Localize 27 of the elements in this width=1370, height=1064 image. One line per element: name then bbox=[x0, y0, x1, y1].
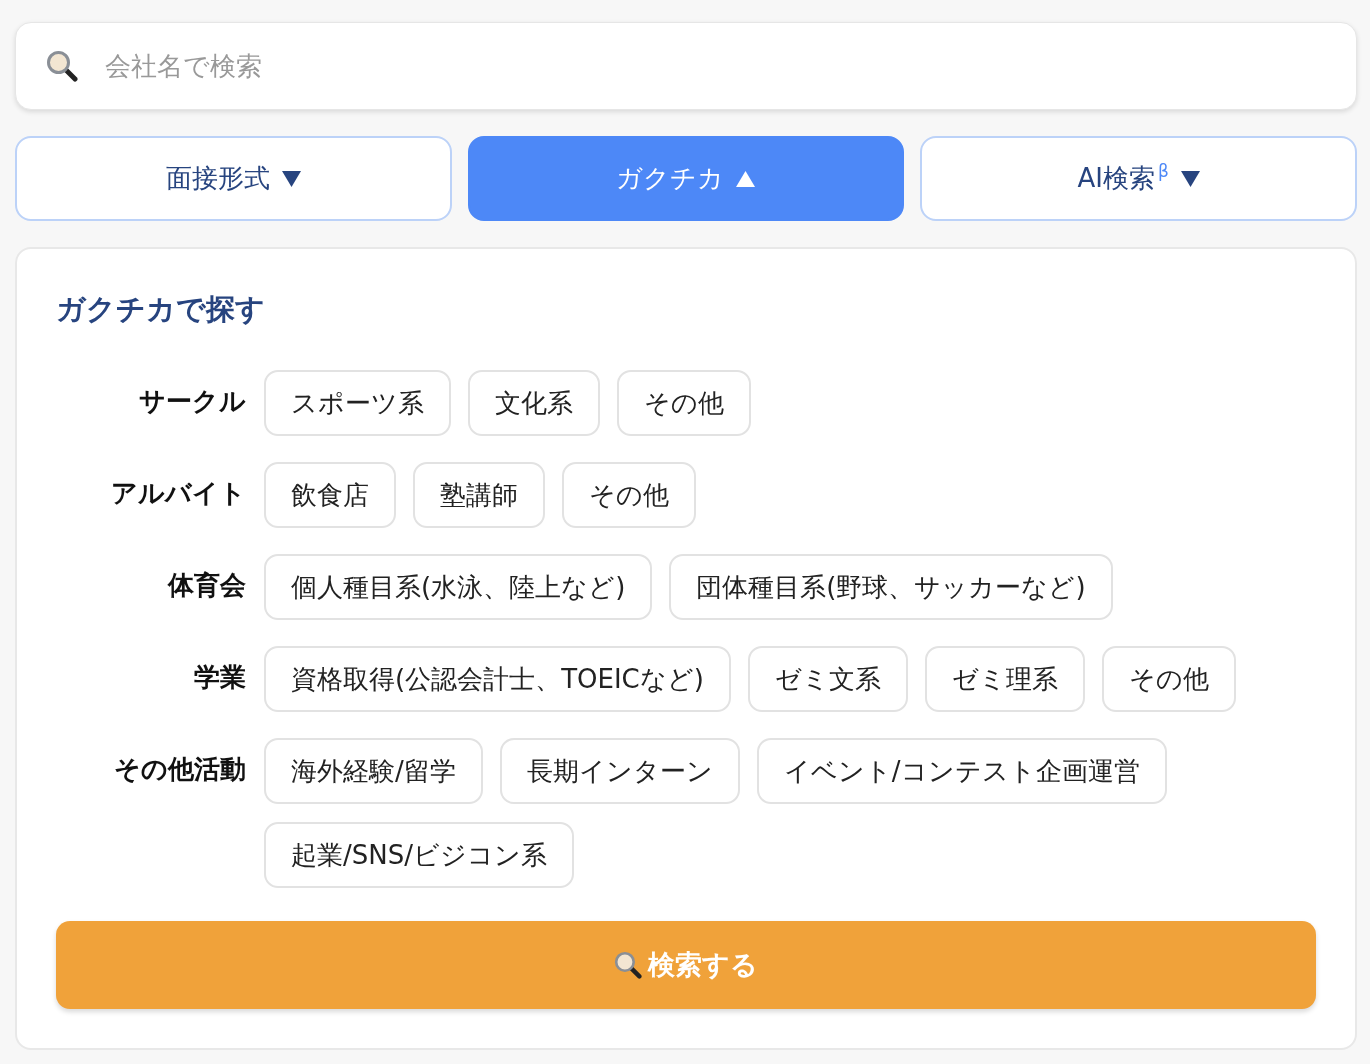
option-chip[interactable]: 塾講師 bbox=[413, 462, 545, 528]
option-chip[interactable]: 長期インターン bbox=[499, 738, 740, 804]
option-chip[interactable]: その他 bbox=[617, 370, 751, 436]
category-label: サークル bbox=[139, 385, 246, 418]
filter-tab[interactable]: AI検索$^{β}$ bbox=[920, 136, 1357, 221]
search-icon bbox=[614, 951, 642, 979]
option-chip[interactable]: 資格取得(公認会計士、TOEICなど) bbox=[264, 646, 731, 712]
option-chip[interactable]: その他 bbox=[562, 462, 696, 528]
category-label: アルバイト bbox=[111, 477, 246, 510]
search-icon bbox=[46, 50, 78, 82]
category-label: 体育会 bbox=[168, 569, 246, 602]
option-chip[interactable]: ゼミ理系 bbox=[924, 646, 1085, 712]
option-chip[interactable]: 文化系 bbox=[468, 370, 600, 436]
option-chip[interactable]: スポーツ系 bbox=[264, 370, 451, 436]
option-chip[interactable]: 飲食店 bbox=[264, 462, 396, 528]
search-field[interactable]: 会社名で検索 bbox=[15, 22, 1357, 110]
option-chip[interactable]: 団体種目系(野球、サッカーなど) bbox=[669, 554, 1113, 620]
filter-tab[interactable]: 面接形式 bbox=[15, 136, 452, 221]
option-chip[interactable]: 起業/SNS/ビジコン系 bbox=[264, 822, 574, 888]
option-chip[interactable]: イベント/コンテスト企画運営 bbox=[756, 738, 1167, 804]
option-chip[interactable]: 個人種目系(水泳、陸上など) bbox=[264, 554, 653, 620]
panel-title: ガクチカで探す bbox=[56, 291, 265, 328]
option-chip[interactable]: 海外経験/留学 bbox=[264, 738, 483, 804]
category-label: その他活動 bbox=[114, 753, 246, 786]
option-chip[interactable]: ゼミ文系 bbox=[747, 646, 908, 712]
option-chip[interactable]: その他 bbox=[1101, 646, 1236, 712]
category-label: 学業 bbox=[194, 661, 246, 694]
